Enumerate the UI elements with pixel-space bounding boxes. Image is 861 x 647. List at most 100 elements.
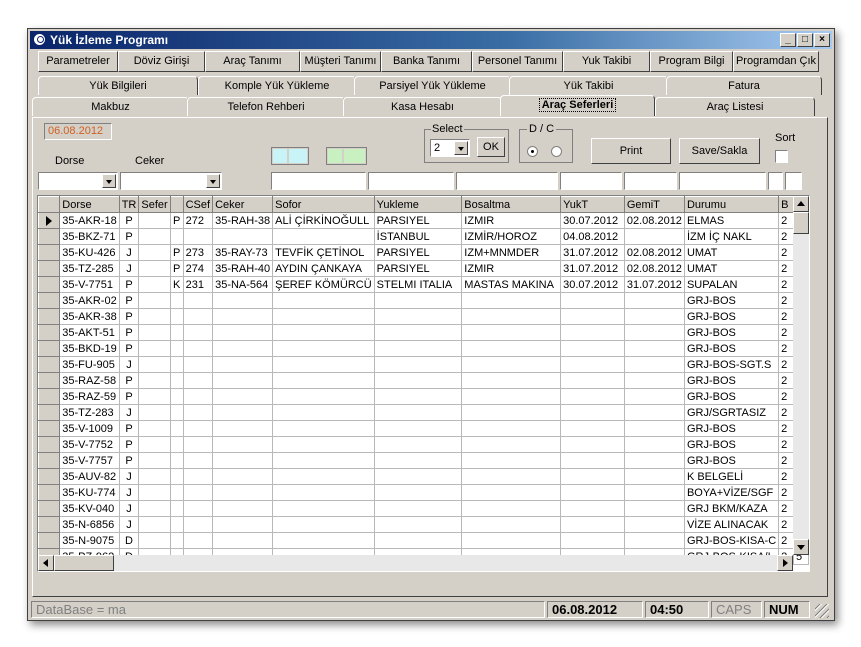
table-cell[interactable]: 35-RAZ-58 [59, 372, 120, 389]
table-cell[interactable] [182, 484, 214, 501]
table-cell[interactable]: 35-TZ-283 [59, 404, 120, 421]
radio-d[interactable] [527, 146, 538, 157]
table-cell[interactable]: 35-KV-040 [59, 500, 120, 517]
row-indicator[interactable] [38, 340, 61, 357]
table-cell[interactable]: GRJ-BOS [683, 372, 780, 389]
row-indicator[interactable] [38, 292, 61, 309]
table-cell[interactable] [560, 532, 625, 549]
scroll-right-icon[interactable] [777, 555, 793, 571]
table-cell[interactable]: ŞEREF KÖMÜRCÜ [272, 276, 375, 293]
row-indicator[interactable] [38, 468, 61, 485]
table-row[interactable]: 35-BKZ-71 P İSTANBUL IZMİR/HOROZ 04.08.2012 İ… [38, 228, 809, 245]
table-cell[interactable] [212, 308, 274, 325]
menu-button-3[interactable]: Müşteri Tanımı [300, 51, 381, 72]
table-cell[interactable]: GRJ-BOS [683, 388, 780, 405]
table-cell[interactable] [182, 532, 214, 549]
table-cell[interactable] [169, 500, 184, 517]
table-cell[interactable]: GRJ-BOS-KISA-C [683, 532, 780, 549]
table-cell[interactable] [272, 228, 375, 245]
vertical-scrollbar[interactable] [793, 196, 809, 555]
title-bar[interactable]: Yük İzleme Programı _ □ × [30, 31, 832, 49]
table-cell[interactable] [560, 468, 625, 485]
table-cell[interactable] [272, 468, 375, 485]
table-cell[interactable]: 2 [778, 244, 795, 261]
table-row[interactable]: 35-RAZ-58PGRJ-BOS23 [38, 372, 809, 389]
table-row[interactable]: 35-KU-774JBOYA+VİZE/SGF25 [38, 484, 809, 501]
table-cell[interactable]: 272 [182, 212, 214, 229]
table-cell[interactable] [138, 308, 171, 325]
close-icon[interactable]: × [814, 33, 830, 47]
table-cell[interactable] [373, 404, 463, 421]
table-cell[interactable] [373, 356, 463, 373]
table-cell[interactable] [138, 436, 171, 453]
table-cell[interactable]: 04.08.2012 [560, 228, 625, 245]
table-cell[interactable]: 35-AUV-82 [59, 468, 120, 485]
table-cell[interactable]: GRJ-BOS [683, 340, 780, 357]
table-cell[interactable]: GRJ-BOS [683, 292, 780, 309]
table-cell[interactable] [560, 500, 625, 517]
table-cell[interactable] [461, 484, 562, 501]
table-cell[interactable] [169, 420, 184, 437]
table-cell[interactable] [461, 388, 562, 405]
row-indicator[interactable] [38, 372, 61, 389]
scroll-left-icon[interactable] [38, 555, 54, 571]
table-cell[interactable] [138, 500, 171, 517]
table-cell[interactable] [560, 308, 625, 325]
table-cell[interactable]: GRJ-BOS [683, 324, 780, 341]
row-indicator[interactable] [38, 516, 61, 533]
table-cell[interactable]: 2 [778, 468, 795, 485]
table-cell[interactable]: 35-RAY-73 [212, 244, 274, 261]
table-cell[interactable]: 2 [778, 276, 795, 293]
table-cell[interactable] [560, 388, 625, 405]
table-cell[interactable] [272, 388, 375, 405]
table-row[interactable]: 35-RAZ-59PGRJ-BOS23 [38, 388, 809, 405]
table-cell[interactable]: D [118, 532, 140, 549]
table-cell[interactable] [138, 292, 171, 309]
color-swatch-green[interactable] [344, 149, 365, 163]
scroll-down-icon[interactable] [793, 539, 809, 555]
filter-field-yukt[interactable] [560, 172, 622, 190]
table-cell[interactable]: SUPALAN [683, 276, 780, 293]
tab-tabs_row1-4[interactable]: Fatura [666, 76, 822, 95]
column-header[interactable]: Sofor [272, 196, 375, 213]
table-cell[interactable] [212, 532, 274, 549]
table-cell[interactable]: J [118, 356, 140, 373]
table-cell[interactable] [373, 452, 463, 469]
menu-button-1[interactable]: Döviz Girişi [118, 51, 205, 72]
sort-checkbox[interactable] [775, 150, 788, 163]
table-cell[interactable]: 35-NA-564 [212, 276, 274, 293]
table-cell[interactable] [560, 324, 625, 341]
table-cell[interactable] [623, 436, 685, 453]
table-cell[interactable]: 31.07.2012 [560, 244, 625, 261]
data-grid[interactable]: Dorse TR Sefer CSef Ceker Sofor Yukleme Bosaltm… [37, 195, 810, 572]
table-cell[interactable] [138, 276, 171, 293]
table-cell[interactable]: 2 [778, 340, 795, 357]
row-indicator[interactable] [38, 276, 61, 293]
table-row[interactable]: 35-KV-040JGRJ BKM/KAZA25 [38, 500, 809, 517]
table-cell[interactable] [169, 324, 184, 341]
table-cell[interactable] [138, 340, 171, 357]
table-cell[interactable] [182, 404, 214, 421]
chevron-down-icon[interactable] [206, 174, 220, 188]
table-cell[interactable] [138, 212, 171, 229]
table-cell[interactable] [138, 388, 171, 405]
row-indicator[interactable] [38, 500, 61, 517]
menu-button-4[interactable]: Banka Tanımı [381, 51, 472, 72]
table-cell[interactable] [182, 356, 214, 373]
table-cell[interactable] [212, 500, 274, 517]
menu-button-6[interactable]: Yuk Takibi [563, 51, 650, 72]
table-cell[interactable] [212, 292, 274, 309]
column-header[interactable]: TR [118, 196, 140, 213]
table-cell[interactable]: 2 [778, 500, 795, 517]
table-cell[interactable]: 2 [778, 420, 795, 437]
table-cell[interactable] [169, 484, 184, 501]
table-cell[interactable] [560, 484, 625, 501]
table-cell[interactable] [182, 468, 214, 485]
menu-button-5[interactable]: Personel Tanımı [472, 51, 563, 72]
table-cell[interactable]: 35-N-9075 [59, 532, 120, 549]
table-cell[interactable] [272, 484, 375, 501]
table-cell[interactable] [169, 436, 184, 453]
table-cell[interactable]: J [118, 500, 140, 517]
table-cell[interactable]: VİZE ALINACAK [683, 516, 780, 533]
table-cell[interactable]: 273 [182, 244, 214, 261]
